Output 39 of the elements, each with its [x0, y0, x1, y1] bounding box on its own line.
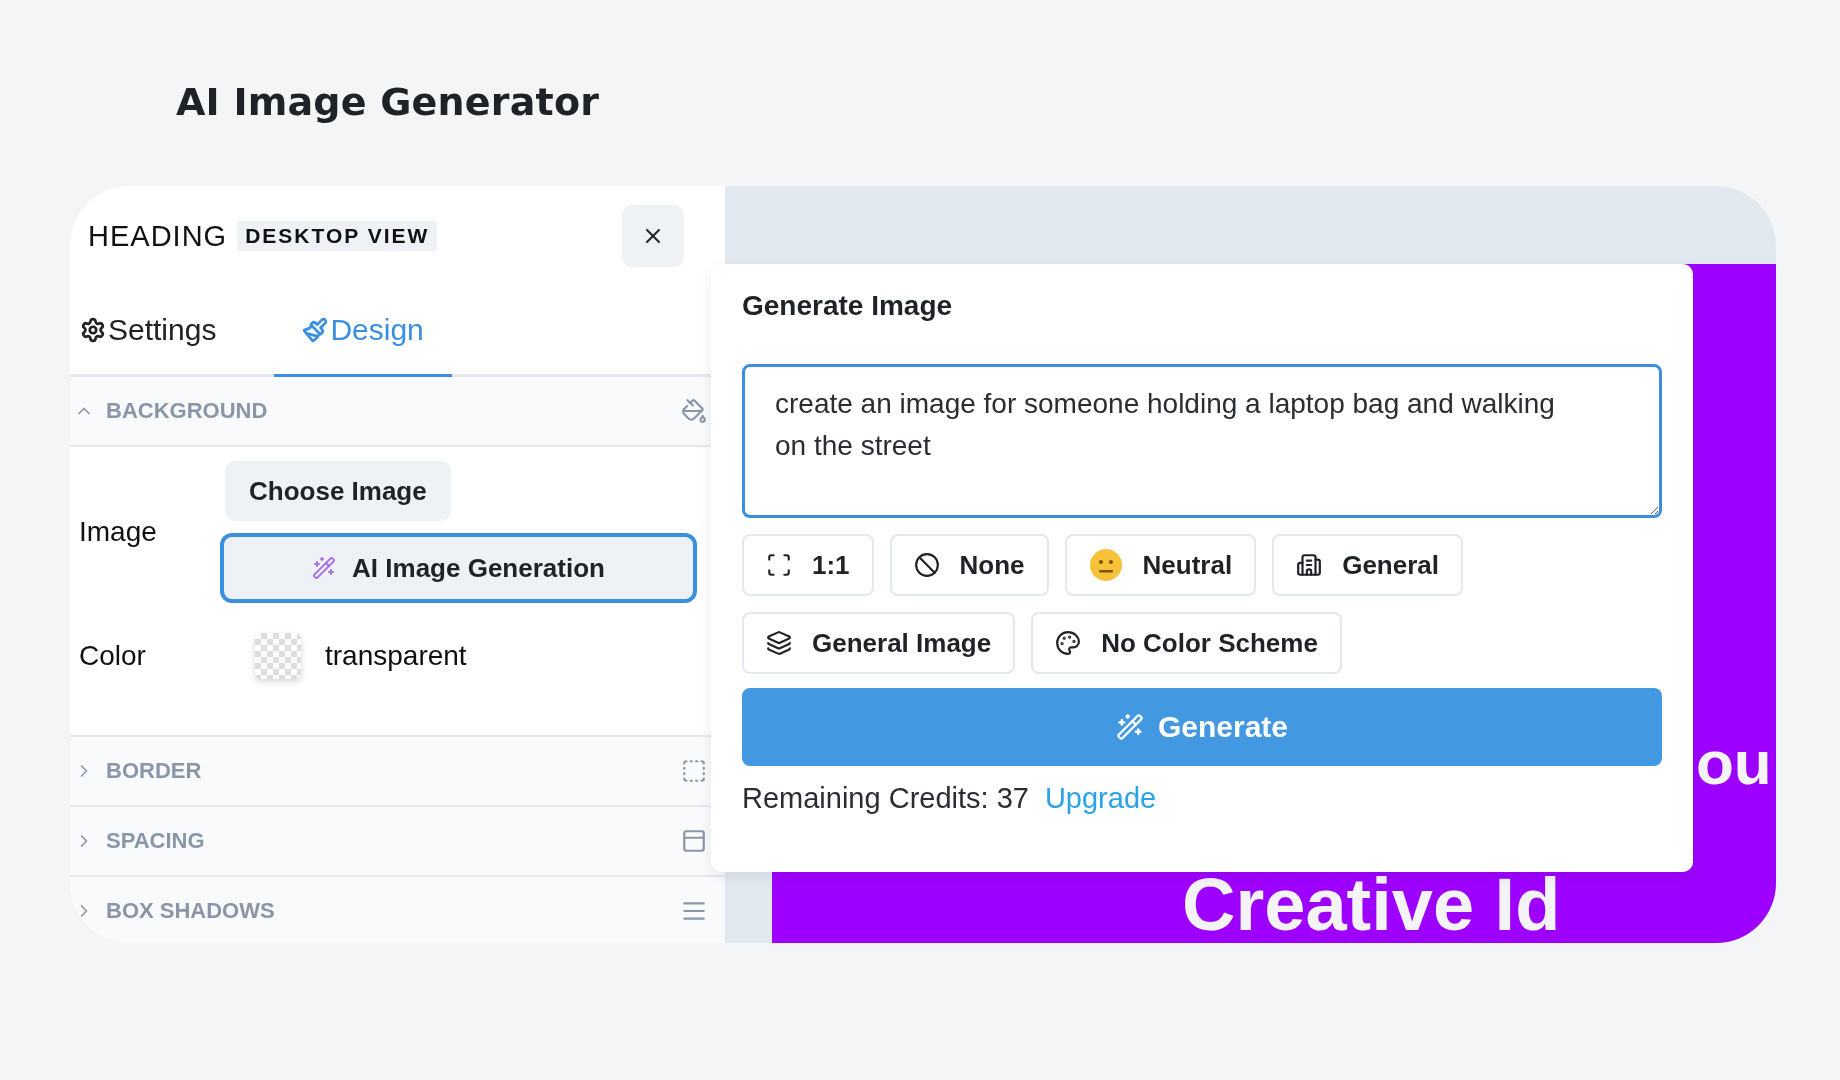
tab[interactable]: Settings — [80, 286, 245, 377]
layers-icon — [766, 630, 792, 656]
section-title: BORDER — [106, 758, 202, 784]
option-button[interactable]: 1:1 — [742, 534, 874, 596]
prompt-field[interactable]: create an image for someone holding a laptop bag and walking on the street — [742, 364, 1662, 518]
option-button[interactable]: General Image — [742, 612, 1016, 674]
credits-text: Remaining Credits: 37 — [742, 782, 1029, 815]
close-button[interactable] — [622, 205, 684, 267]
brush-icon — [302, 317, 329, 343]
canvas-heading: ou — [1696, 732, 1772, 794]
canvas-heading: Creative Id — [1182, 868, 1561, 942]
option-button[interactable]: No Color Scheme — [1031, 612, 1342, 674]
palette-icon — [1055, 630, 1082, 656]
section-title: BACKGROUND — [106, 398, 268, 424]
magic-wand-icon — [312, 556, 337, 580]
ai-image-button[interactable]: AI Image Generation — [220, 533, 697, 603]
option-button[interactable]: Neutral — [1064, 534, 1257, 596]
field-label: Color — [79, 640, 147, 672]
choose-image-button[interactable]: Choose Image — [225, 461, 451, 521]
section-title: SPACING — [106, 828, 205, 854]
panel-icon — [681, 828, 707, 854]
crop-frame-icon — [766, 552, 792, 578]
field-label: Image — [79, 516, 158, 548]
paint-bucket-icon — [681, 398, 707, 424]
magic-wand-icon — [1115, 713, 1144, 741]
color-swatch[interactable] — [255, 633, 301, 679]
page-title: AI Image Generator — [176, 80, 601, 124]
building-icon — [1296, 552, 1323, 578]
view-badge: DESKTOP VIEW — [237, 221, 438, 251]
section-title: BOX SHADOWS — [106, 898, 275, 924]
dashed-square-icon — [681, 758, 707, 784]
color-value: transparent — [325, 640, 468, 672]
gear-icon — [80, 317, 106, 343]
option-button[interactable]: None — [889, 534, 1049, 596]
ban-icon — [913, 552, 940, 578]
option-button[interactable]: General — [1272, 534, 1463, 596]
dialog-title: Generate Image — [742, 290, 954, 322]
neutral-face-icon — [1088, 548, 1123, 582]
element-name: HEADING — [88, 219, 228, 253]
